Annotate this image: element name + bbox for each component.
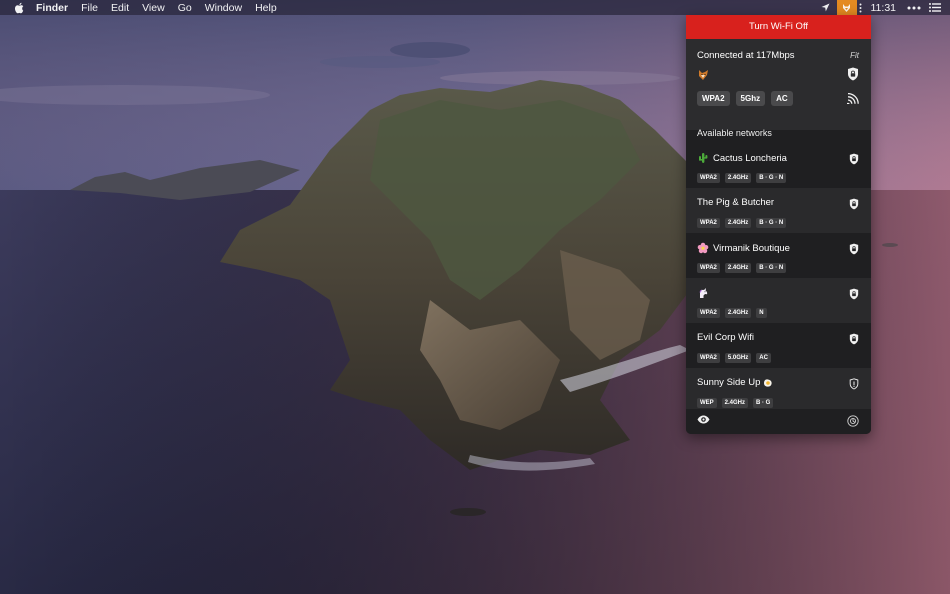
security-tag: WPA2 bbox=[697, 263, 720, 273]
list-icon[interactable] bbox=[924, 0, 946, 15]
menu-go[interactable]: Go bbox=[178, 2, 192, 14]
cactus-icon bbox=[697, 152, 709, 164]
network-name: Evil Corp Wifi bbox=[697, 332, 755, 343]
wifi-icon[interactable] bbox=[857, 0, 865, 15]
connected-network-panel: Connected at 117Mbps Fit WPA2 5Ghz AC bbox=[686, 39, 871, 130]
network-tags: WPA2 2.4GHz B · G · N bbox=[697, 263, 791, 273]
band-tag: 2.4GHz bbox=[724, 218, 752, 228]
security-tag: WPA2 bbox=[697, 308, 720, 318]
network-tags: WPA2 5.0GHz AC bbox=[697, 353, 776, 363]
network-name: Sunny Side Up bbox=[697, 377, 761, 388]
shield-lock-icon bbox=[849, 333, 859, 347]
signal-strength-icon bbox=[846, 92, 859, 107]
fit-label[interactable]: Fit bbox=[850, 51, 859, 60]
apple-icon[interactable] bbox=[12, 1, 26, 15]
band-tag: 2.4GHz bbox=[724, 308, 752, 318]
shield-lock-icon bbox=[849, 153, 859, 167]
turn-wifi-off-button[interactable]: Turn Wi-Fi Off bbox=[686, 15, 871, 39]
available-networks-heading: Available networks bbox=[697, 128, 772, 138]
eye-icon[interactable] bbox=[697, 415, 710, 426]
control-dots-icon[interactable] bbox=[904, 0, 924, 15]
network-row-evil-corp-wifi[interactable]: Evil Corp Wifi WPA2 5.0GHz AC bbox=[686, 323, 871, 368]
wifi-popover: Turn Wi-Fi Off Connected at 117Mbps Fit … bbox=[686, 15, 871, 434]
security-tag: WPA2 bbox=[697, 218, 720, 228]
menu-bar: Finder File Edit View Go Window Help 11:… bbox=[0, 0, 950, 15]
connected-network-tags: WPA2 5Ghz AC bbox=[697, 91, 799, 106]
network-name: The Pig & Butcher bbox=[697, 197, 775, 208]
standard-tag: B · G · N bbox=[756, 218, 787, 228]
menubar-clock[interactable]: 11:31 bbox=[871, 2, 897, 14]
menu-finder[interactable]: Finder bbox=[36, 2, 68, 14]
standard-tag: B · G · N bbox=[756, 173, 787, 183]
security-tag: WPA2 bbox=[697, 353, 720, 363]
shield-lock-icon bbox=[849, 198, 859, 212]
shield-lock-icon bbox=[849, 288, 859, 302]
menu-window[interactable]: Window bbox=[205, 2, 242, 14]
menu-view[interactable]: View bbox=[142, 2, 165, 14]
standard-tag: AC bbox=[756, 353, 771, 363]
fox-icon bbox=[697, 69, 709, 81]
network-row-sunny-side-up[interactable]: Sunny Side Up WEP 2.4GHz B · G bbox=[686, 368, 871, 413]
menu-file[interactable]: File bbox=[81, 2, 98, 14]
standard-tag: N bbox=[756, 308, 767, 318]
network-tags: WPA2 2.4GHz B · G · N bbox=[697, 218, 791, 228]
network-row-pig-butcher[interactable]: The Pig & Butcher WPA2 2.4GHz B · G · N bbox=[686, 188, 871, 233]
security-tag: WPA2 bbox=[697, 91, 730, 106]
shield-lock-icon bbox=[847, 67, 859, 83]
security-tag: WPA2 bbox=[697, 173, 720, 183]
shield-open-icon bbox=[849, 378, 859, 392]
gear-icon[interactable] bbox=[847, 415, 859, 429]
security-tag: WEP bbox=[697, 398, 717, 408]
network-tags: WPA2 2.4GHz B · G · N bbox=[697, 173, 791, 183]
network-tags: WPA2 2.4GHz N bbox=[697, 308, 772, 318]
network-name: Cactus Loncheria bbox=[713, 152, 787, 164]
band-tag: 2.4GHz bbox=[724, 173, 752, 183]
shield-lock-icon bbox=[849, 243, 859, 257]
location-arrow-icon[interactable] bbox=[819, 0, 833, 15]
network-row-unicorn[interactable]: WPA2 2.4GHz N bbox=[686, 278, 871, 323]
connection-speed-label: Connected at 117Mbps bbox=[697, 50, 795, 61]
menu-help[interactable]: Help bbox=[255, 2, 277, 14]
popover-footer bbox=[686, 409, 871, 434]
app-fox-icon[interactable] bbox=[836, 0, 857, 15]
standard-tag: AC bbox=[771, 91, 793, 106]
egg-icon bbox=[763, 378, 773, 388]
network-row-virmanik-boutique[interactable]: Virmanik Boutique WPA2 2.4GHz B · G · N bbox=[686, 233, 871, 278]
band-tag: 2.4GHz bbox=[721, 398, 749, 408]
flower-icon bbox=[697, 242, 709, 254]
standard-tag: B · G bbox=[753, 398, 774, 408]
standard-tag: B · G · N bbox=[756, 263, 787, 273]
band-tag: 5Ghz bbox=[735, 91, 766, 106]
unicorn-icon bbox=[697, 287, 709, 299]
network-row-cactus-loncheria[interactable]: Cactus Loncheria WPA2 2.4GHz B · G · N bbox=[686, 143, 871, 188]
band-tag: 5.0GHz bbox=[724, 353, 752, 363]
band-tag: 2.4GHz bbox=[724, 263, 752, 273]
network-tags: WEP 2.4GHz B · G bbox=[697, 398, 778, 408]
network-name: Virmanik Boutique bbox=[713, 242, 790, 254]
menu-edit[interactable]: Edit bbox=[111, 2, 129, 14]
